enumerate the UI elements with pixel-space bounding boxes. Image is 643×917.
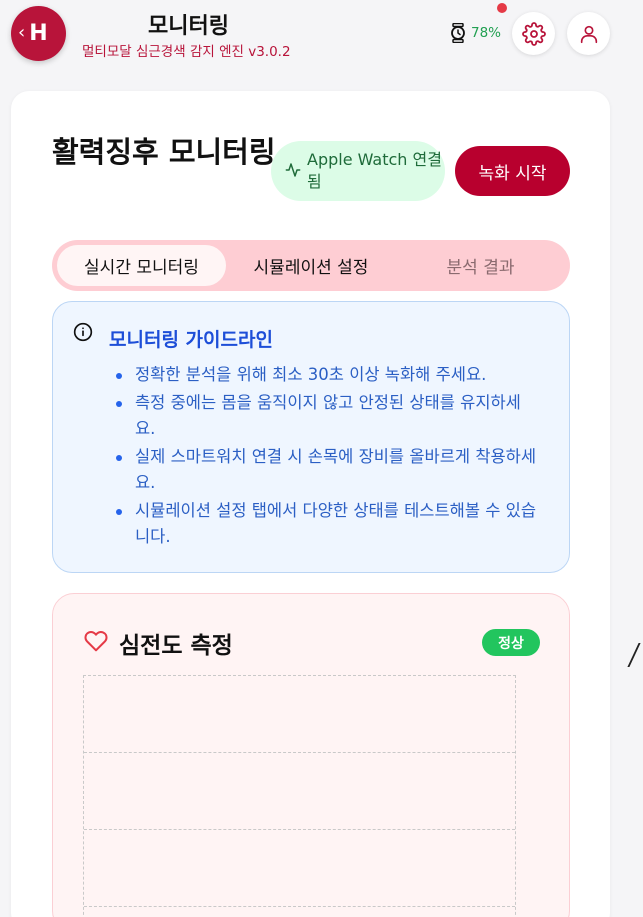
logo-letter: H [29,21,48,46]
battery-level: 78% [471,25,502,41]
gear-icon [521,21,546,46]
watch-icon [451,23,465,43]
tab-analysis-results[interactable]: 분석 결과 [396,245,565,286]
heart-icon [84,631,108,652]
ecg-chart-area [83,675,516,917]
notification-dot [497,3,507,13]
status-badge: 정상 [482,629,540,656]
ecg-title: 심전도 측정 [119,633,233,659]
tab-simulation-settings[interactable]: 시뮬레이션 설정 [226,245,396,286]
monitoring-guideline-box: 모니터링 가이드라인 정확한 분석을 위해 최소 30초 이상 녹화해 주세요.… [52,301,570,573]
record-start-button[interactable]: 녹화 시작 [455,146,570,196]
app-subtitle: 멀티모달 심근경색 감지 엔진 v3.0.2 [82,44,291,60]
app-header: H ‹ 모니터링 멀티모달 심근경색 감지 엔진 v3.0.2 78% [0,0,643,70]
guideline-item: 정확한 분석을 위해 최소 30초 이상 녹화해 주세요. [115,362,540,388]
tab-bar: 실시간 모니터링 시뮬레이션 설정 분석 결과 [52,240,570,291]
watch-connection-badge: Apple Watch 연결됨 [271,141,445,201]
connection-text: Apple Watch 연결됨 [307,150,442,191]
grid-line [84,906,515,907]
section-title: 활력징후 모니터링 [52,135,276,169]
profile-button[interactable] [567,12,610,55]
guideline-list: 정확한 분석을 위해 최소 30초 이상 녹화해 주세요. 측정 중에는 몸을 … [115,362,540,552]
settings-button[interactable] [512,12,555,55]
activity-icon [285,163,301,177]
info-icon [73,322,93,342]
grid-line [84,829,515,830]
guideline-item: 실제 스마트워치 연결 시 손목에 장비를 올바르게 착용하세요. [115,444,540,496]
scroll-edge-mark [627,643,643,667]
guideline-title: 모니터링 가이드라인 [109,329,273,351]
back-chevron-icon[interactable]: ‹ [18,22,25,43]
tab-realtime-monitoring[interactable]: 실시간 모니터링 [57,245,226,286]
guideline-item: 시뮬레이션 설정 탭에서 다양한 상태를 테스트해볼 수 있습니다. [115,498,540,550]
user-icon [580,25,597,43]
grid-line [84,752,515,753]
ecg-card: 심전도 측정 정상 [52,593,570,917]
page-title: 모니터링 [148,14,229,39]
watch-battery-status: 78% [450,23,501,43]
guideline-item: 측정 중에는 몸을 움직이지 않고 안정된 상태를 유지하세요. [115,390,540,442]
